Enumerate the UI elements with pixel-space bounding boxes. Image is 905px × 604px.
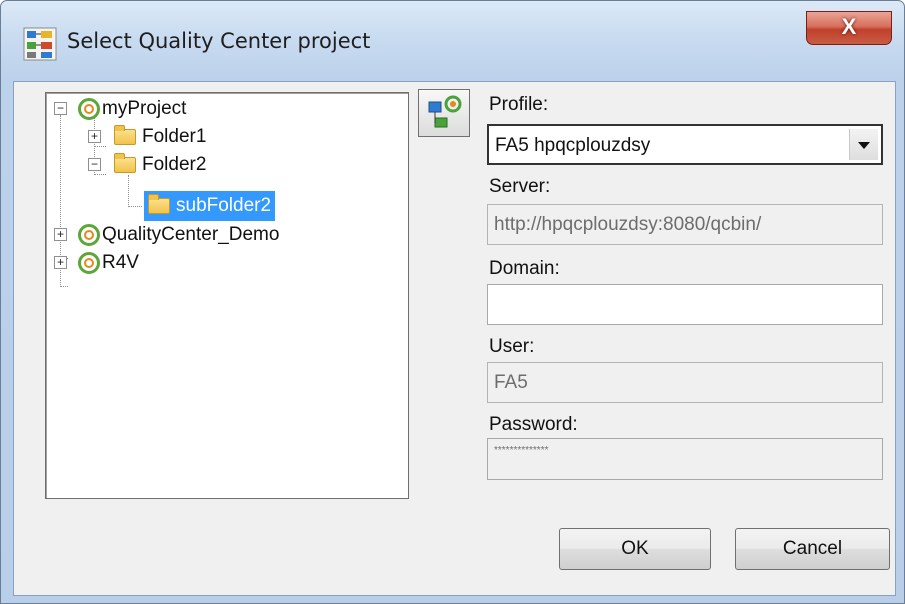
password-mask: ************** [494, 445, 549, 456]
user-field[interactable]: FA5 [487, 362, 883, 403]
chevron-down-icon[interactable] [849, 129, 878, 160]
qc-project-icon [78, 252, 100, 274]
ok-button[interactable]: OK [559, 528, 711, 570]
project-tree[interactable]: − myProject + Folder1 − Folder2 subFolde… [45, 92, 409, 499]
tree-item-label: Folder1 [142, 126, 207, 147]
tree-item-myproject[interactable]: − myProject [54, 95, 186, 123]
collapse-toggle[interactable]: − [88, 158, 101, 171]
domain-label: Domain: [489, 258, 560, 279]
user-label: User: [489, 336, 535, 357]
expand-toggle[interactable]: + [54, 256, 67, 269]
tree-item-label: QualityCenter_Demo [102, 224, 280, 245]
tree-item-qualitycenter-demo[interactable]: + QualityCenter_Demo [54, 221, 279, 249]
qc-project-icon [78, 224, 100, 246]
password-label: Password: [489, 414, 578, 435]
dialog-window: Select Quality Center project X − myProj… [0, 0, 905, 604]
domain-field[interactable] [487, 284, 883, 325]
tree-item-folder1[interactable]: + Folder1 [88, 123, 206, 151]
folder-icon [114, 153, 136, 173]
server-label: Server: [489, 176, 551, 197]
window-title: Select Quality Center project [67, 29, 371, 53]
server-field[interactable]: http://hpqcplouzdsy:8080/qcbin/ [487, 204, 883, 245]
profile-dropdown[interactable]: FA5 hpqcplouzdsy [487, 124, 883, 165]
close-button[interactable]: X [806, 11, 892, 45]
dialog-body: − myProject + Folder1 − Folder2 subFolde… [13, 81, 896, 596]
tree-item-subfolder2[interactable]: subFolder2 [144, 191, 276, 221]
expand-toggle[interactable]: + [54, 228, 67, 241]
tree-item-label: subFolder2 [176, 195, 272, 216]
profile-label: Profile: [489, 94, 549, 115]
collapse-toggle[interactable]: − [54, 102, 67, 115]
manage-projects-button[interactable] [418, 89, 470, 137]
project-tree-icon [428, 95, 462, 128]
qc-project-icon [78, 98, 100, 120]
tree-item-label: myProject [102, 98, 187, 119]
password-field[interactable]: ************** [487, 438, 883, 480]
tree-item-r4v[interactable]: + R4V [54, 249, 139, 277]
tree-item-folder2[interactable]: − Folder2 [88, 151, 206, 179]
title-bar[interactable]: Select Quality Center project X [1, 1, 904, 83]
profile-value: FA5 hpqcplouzdsy [495, 135, 651, 156]
tree-item-label: Folder2 [142, 154, 207, 175]
folder-icon [148, 194, 170, 214]
cancel-button[interactable]: Cancel [735, 528, 890, 570]
project-tree-icon [23, 27, 57, 61]
expand-toggle[interactable]: + [88, 130, 101, 143]
tree-item-label: R4V [102, 252, 139, 273]
folder-icon [114, 125, 136, 145]
